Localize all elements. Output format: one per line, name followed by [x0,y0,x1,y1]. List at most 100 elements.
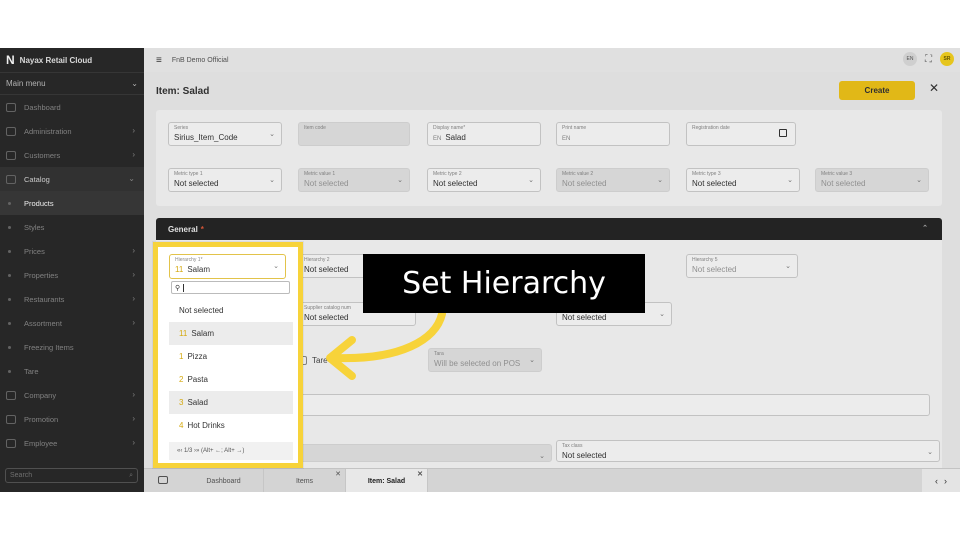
bullet-icon [8,249,11,253]
dropdown-option[interactable]: Not selected [169,299,293,322]
chevron-right-icon[interactable]: › [944,476,947,486]
field-series[interactable]: Series Sirius_Item_Code ⌄ [168,122,282,146]
page-header: Item: Salad Create ✕ [144,72,960,110]
bullet-icon [8,369,11,373]
close-tab-icon[interactable]: ✕ [335,470,341,478]
menu-icon [6,126,16,136]
bullet-icon [8,321,11,325]
chevron-down-icon: ⌄ [269,131,275,138]
field-metric-type-1[interactable]: Metric type 1 Not selected ⌄ [168,168,282,192]
sidebar: N Nayax Retail Cloud Main menu ⌄ Dashboa… [0,48,144,492]
topbar: ≡ FnB Demo Official EN ⛶ SR [144,48,960,72]
dropdown-search-input[interactable]: ⚲ [171,281,290,294]
sidebar-item-catalog[interactable]: Catalog ⌄ [0,167,144,191]
tax-class-select[interactable]: Tax class Not selected ⌄ [556,440,940,462]
bullet-icon [8,273,11,277]
sidebar-item-freezing-items[interactable]: Freezing Items [0,335,144,359]
sidebar-item-company[interactable]: Company › [0,383,144,407]
calendar-icon[interactable] [779,129,787,137]
search-icon: ⌕ [129,471,133,479]
tab-items[interactable]: Items ✕ [264,469,346,492]
sidebar-item-label: Promotion [24,414,59,424]
dropdown-option[interactable]: 2 Pasta [169,368,293,391]
language-button[interactable]: EN [903,52,917,66]
field-metric-type-2[interactable]: Metric type 2 Not selected ⌄ [427,168,541,192]
bullet-icon [8,345,11,349]
field-metric-value-2[interactable]: Metric value 2 Not selected ⌄ [556,168,670,192]
dropdown-option[interactable]: 3 Salad [169,391,293,414]
field-display-name[interactable]: Display name* EN Salad [427,122,541,146]
field-print-name[interactable]: Print name EN [556,122,670,146]
sidebar-item-label: Customers [24,150,61,160]
chevron-down-icon: ⌄ [397,177,403,184]
sidebar-item-label: Tare [24,366,39,376]
dropdown-option[interactable]: 1 Pizza [169,345,293,368]
chat-icon[interactable] [158,476,168,484]
sidebar-item-prices[interactable]: Prices › [0,239,144,263]
sidebar-item-administration[interactable]: Administration › [0,119,144,143]
sidebar-item-customers[interactable]: Customers › [0,143,144,167]
sidebar-item-products[interactable]: Products [0,191,144,215]
dropdown-option[interactable]: 11 Salam [169,322,293,345]
main-menu-label: Main menu [6,79,46,88]
chevron-right-icon: › [132,126,135,135]
chevron-right-icon: › [132,318,135,327]
avatar[interactable]: SR [940,52,954,66]
text-cursor [183,283,185,292]
field-metric-value-1[interactable]: Metric value 1 Not selected ⌄ [298,168,410,192]
field-metric-type-3[interactable]: Metric type 3 Not selected ⌄ [686,168,800,192]
menu-icon [6,390,16,400]
hierarchy-1-select[interactable]: Hierarchy 1* 11 Salam ⌄ [169,254,286,279]
search-placeholder: Search [10,472,33,479]
menu-icon [6,414,16,424]
close-icon[interactable]: ✕ [929,81,939,95]
chevron-left-icon[interactable]: ‹ [935,476,938,486]
sidebar-item-label: Assortment [24,318,62,328]
tab-dashboard[interactable]: Dashboard [184,469,264,492]
sidebar-item-label: Catalog [24,174,50,184]
sidebar-item-employee[interactable]: Employee › [0,431,144,455]
chevron-down-icon: ⌄ [927,449,933,456]
dropdown-pagination[interactable]: «‹ 1/3 ›» (Alt+ ←; Alt+ →) [169,442,293,460]
chevron-down-icon: ⌄ [787,177,793,184]
nayax-logo-icon: N [6,53,15,67]
hierarchy-5-select[interactable]: Hierarchy 5 Not selected ⌄ [686,254,798,278]
chevron-right-icon: › [132,414,135,423]
sidebar-item-tare[interactable]: Tare [0,359,144,383]
dropdown-option[interactable]: 4 Hot Drinks [169,414,293,437]
menu-icon [6,150,16,160]
main-menu-toggle[interactable]: Main menu ⌄ [0,72,144,95]
hamburger-menu-icon[interactable]: ≡ [156,55,162,66]
sidebar-item-styles[interactable]: Styles [0,215,144,239]
sidebar-item-restaurants[interactable]: Restaurants › [0,287,144,311]
chevron-right-icon: › [132,270,135,279]
chevron-down-icon: ⌄ [785,263,791,270]
chevron-right-icon: › [132,438,135,447]
page-title: Item: Salad [156,85,210,97]
sidebar-item-label: Employee [24,438,58,448]
sidebar-item-assortment[interactable]: Assortment › [0,311,144,335]
sidebar-item-promotion[interactable]: Promotion › [0,407,144,431]
chevron-down-icon: ⌄ [131,79,138,88]
tab-nav-arrows[interactable]: ‹ › [922,469,960,492]
field-metric-value-3[interactable]: Metric value 3 Not selected ⌄ [815,168,929,192]
general-select-2[interactable]: ⌄ [298,444,552,462]
sidebar-item-properties[interactable]: Properties › [0,263,144,287]
dropdown-options: Not selected 11 Salam 1 Pizza 2 Pasta 3 Salad 4 Ho… [169,299,293,437]
sidebar-search-input[interactable]: Search ⌕ [5,468,138,483]
menu-icon [6,102,16,112]
general-section-header[interactable]: General * ⌃ [156,218,942,240]
field-item-code[interactable]: Item code [298,122,410,146]
close-tab-icon[interactable]: ✕ [417,470,423,478]
sidebar-item-dashboard[interactable]: Dashboard [0,95,144,119]
fullscreen-icon[interactable]: ⛶ [925,54,932,65]
tab-item-salad[interactable]: Item: Salad ✕ [346,469,428,492]
sidebar-item-label: Prices [24,246,45,256]
chevron-down-icon: ⌄ [273,263,279,270]
chevron-up-icon: ⌃ [922,225,928,232]
field-registration-date[interactable]: Registration date [686,122,796,146]
chevron-down-icon: ⌄ [529,357,535,364]
brand: N Nayax Retail Cloud [0,48,144,72]
create-button[interactable]: Create [839,81,915,100]
sidebar-item-label: Properties [24,270,59,280]
